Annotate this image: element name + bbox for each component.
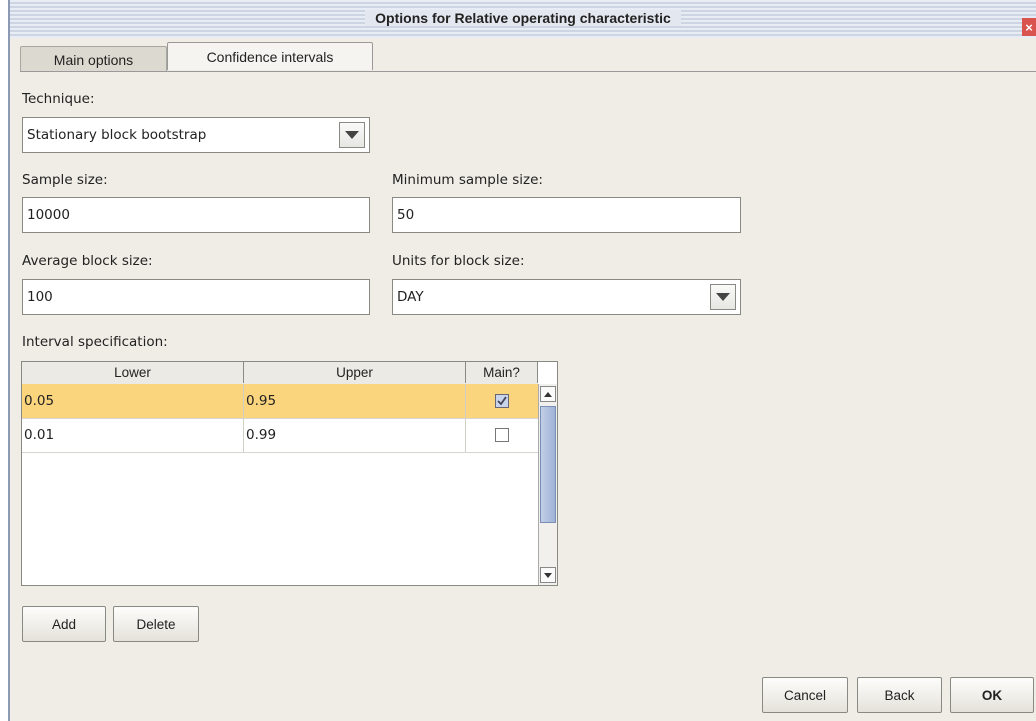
cell-main (466, 418, 538, 452)
dialog-title: Options for Relative operating character… (365, 10, 681, 26)
tab-divider (20, 71, 1036, 72)
scroll-thumb[interactable] (540, 406, 556, 523)
cell-main (466, 384, 538, 418)
tab-confidence-intervals[interactable]: Confidence intervals (167, 42, 373, 70)
cell-upper[interactable]: 0.95 (244, 384, 466, 418)
tab-main-options[interactable]: Main options (20, 46, 167, 72)
table-row[interactable]: 0.05 0.95 (22, 384, 538, 419)
units-label: Units for block size: (392, 253, 525, 269)
units-value: DAY (397, 289, 424, 305)
title-bar[interactable]: Options for Relative operating character… (10, 0, 1036, 38)
interval-table: Lower Upper Main? 0.05 0.95 0.01 0.99 (21, 361, 558, 586)
column-header-main[interactable]: Main? (466, 362, 538, 383)
add-button[interactable]: Add (22, 606, 106, 642)
avg-block-size-input[interactable]: 100 (22, 279, 370, 315)
min-sample-size-label: Minimum sample size: (392, 172, 543, 188)
scroll-down-icon[interactable] (540, 567, 556, 583)
back-button[interactable]: Back (857, 677, 942, 713)
vertical-scrollbar[interactable] (538, 384, 557, 585)
interval-spec-label: Interval specification: (22, 334, 168, 350)
chevron-down-icon[interactable] (710, 284, 736, 310)
table-header: Lower Upper Main? (22, 362, 538, 385)
cancel-button[interactable]: Cancel (762, 677, 848, 713)
cell-lower[interactable]: 0.05 (22, 384, 244, 418)
main-checkbox[interactable] (495, 394, 509, 408)
sample-size-input[interactable]: 10000 (22, 197, 370, 233)
scroll-up-icon[interactable] (540, 386, 556, 402)
technique-value: Stationary block bootstrap (27, 127, 207, 143)
column-header-lower[interactable]: Lower (22, 362, 244, 383)
delete-button[interactable]: Delete (113, 606, 199, 642)
column-header-upper[interactable]: Upper (244, 362, 466, 383)
sample-size-label: Sample size: (22, 172, 108, 188)
checkmark-icon (497, 396, 507, 406)
main-checkbox[interactable] (495, 428, 509, 442)
ok-button[interactable]: OK (950, 677, 1034, 713)
units-combobox[interactable]: DAY (392, 279, 741, 315)
technique-label: Technique: (22, 91, 95, 107)
cell-upper[interactable]: 0.99 (244, 418, 466, 452)
chevron-down-icon[interactable] (339, 122, 365, 148)
avg-block-size-label: Average block size: (22, 253, 153, 269)
cell-lower[interactable]: 0.01 (22, 418, 244, 452)
close-icon[interactable]: × (1022, 18, 1036, 36)
technique-combobox[interactable]: Stationary block bootstrap (22, 117, 370, 153)
min-sample-size-input[interactable]: 50 (392, 197, 741, 233)
table-row[interactable]: 0.01 0.99 (22, 418, 538, 453)
